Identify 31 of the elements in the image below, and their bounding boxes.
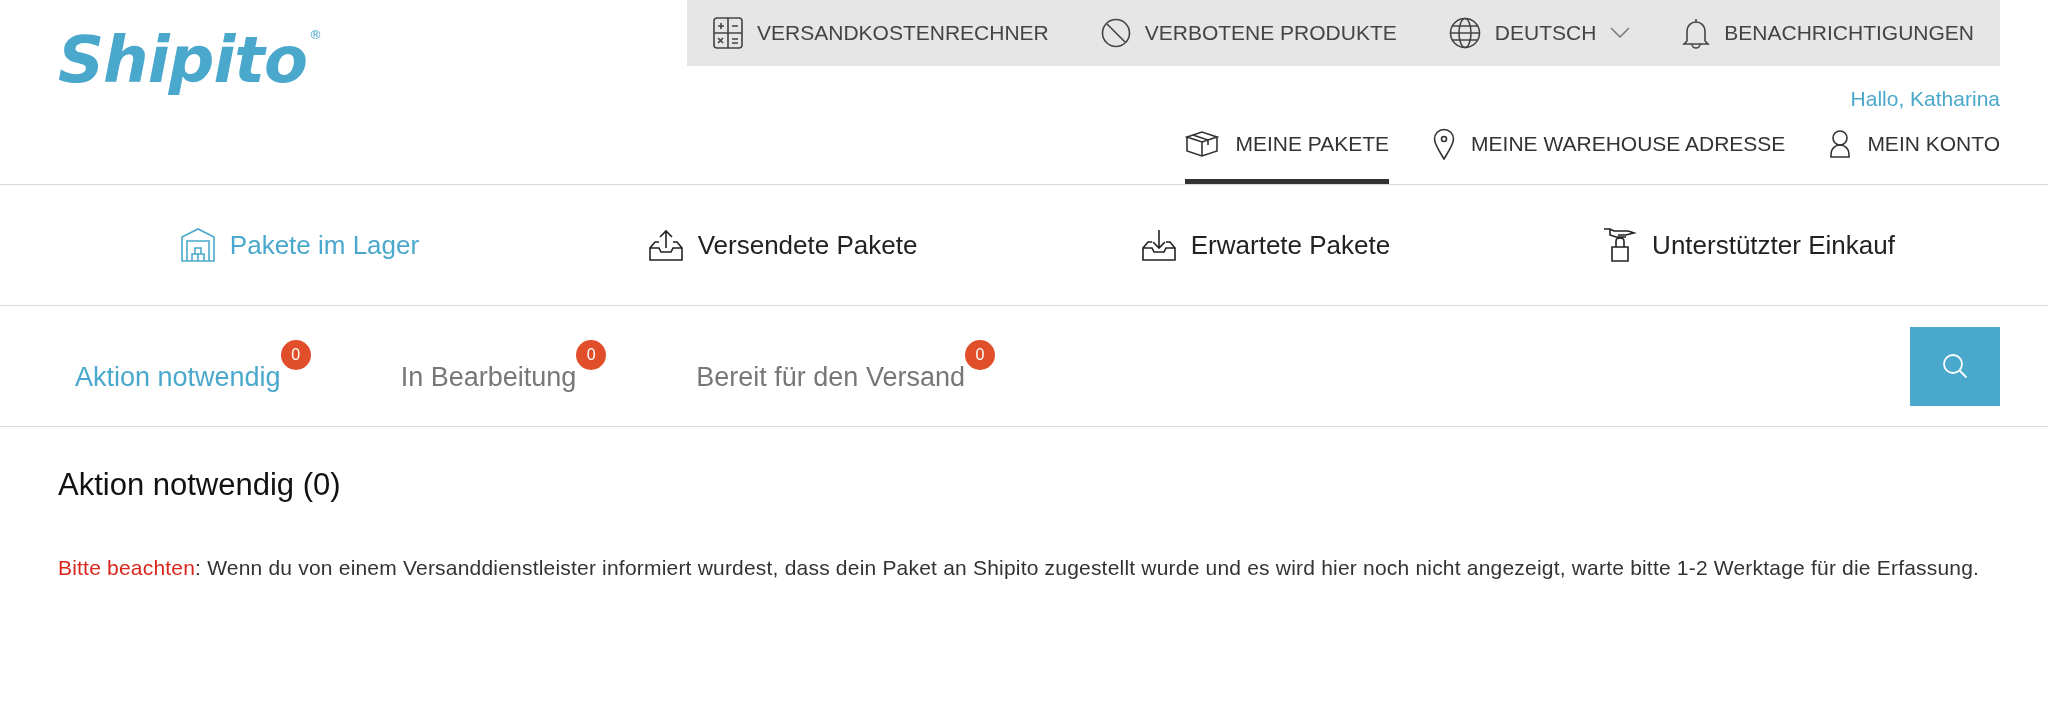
upload-tray-icon bbox=[647, 228, 684, 262]
section-tab[interactable]: Unterstützter Einkauf bbox=[1507, 227, 1990, 263]
utility-link[interactable]: VERBOTENE PRODUKTE bbox=[1100, 18, 1397, 48]
page-heading: Aktion notwendig (0) bbox=[58, 467, 342, 503]
bell-icon bbox=[1682, 17, 1711, 49]
main-nav-tab[interactable]: MEINE PAKETE bbox=[1185, 112, 1390, 184]
status-tab[interactable]: Bereit für den Versand 0 bbox=[696, 339, 995, 393]
count-badge: 0 bbox=[280, 339, 311, 370]
utility-link[interactable]: BENACHRICHTIGUNGEN bbox=[1682, 17, 1974, 49]
prohibited-icon bbox=[1100, 18, 1131, 48]
globe-icon bbox=[1448, 17, 1481, 49]
warehouse-icon bbox=[179, 227, 216, 263]
greeting-text: Hallo, Katharina bbox=[1850, 87, 2000, 111]
search-icon bbox=[1941, 352, 1969, 380]
calculator-icon bbox=[713, 17, 744, 49]
user-icon bbox=[1829, 128, 1852, 159]
notice-text: Bitte beachten: Wenn du von einem Versanddienstleister informiert wurdest, dass dein Paket an Shipito zugestellt wurde und es wird hier noch nicht angezeigt, warte bitte 1-2 Werktage für die Erfassung. bbox=[58, 555, 1981, 581]
section-tab[interactable]: Erwartete Pakete bbox=[1024, 228, 1507, 262]
main-nav-tab[interactable]: MEINE WAREHOUSE ADRESSE bbox=[1433, 112, 1786, 184]
status-tab[interactable]: Aktion notwendig 0 bbox=[75, 339, 311, 393]
utility-link[interactable]: VERSANDKOSTENRECHNER bbox=[713, 17, 1049, 49]
main-nav-tab[interactable]: MEIN KONTO bbox=[1829, 112, 2000, 184]
search-button[interactable] bbox=[1910, 326, 2000, 406]
box-icon bbox=[1185, 129, 1220, 158]
download-tray-icon bbox=[1140, 228, 1177, 262]
count-badge: 0 bbox=[576, 339, 607, 370]
utility-link[interactable]: DEUTSCH bbox=[1448, 17, 1631, 49]
status-tab[interactable]: In Bearbeitung 0 bbox=[400, 339, 607, 393]
location-pin-icon bbox=[1433, 127, 1456, 160]
section-tab[interactable]: Versendete Pakete bbox=[541, 228, 1024, 262]
count-badge: 0 bbox=[964, 339, 995, 370]
